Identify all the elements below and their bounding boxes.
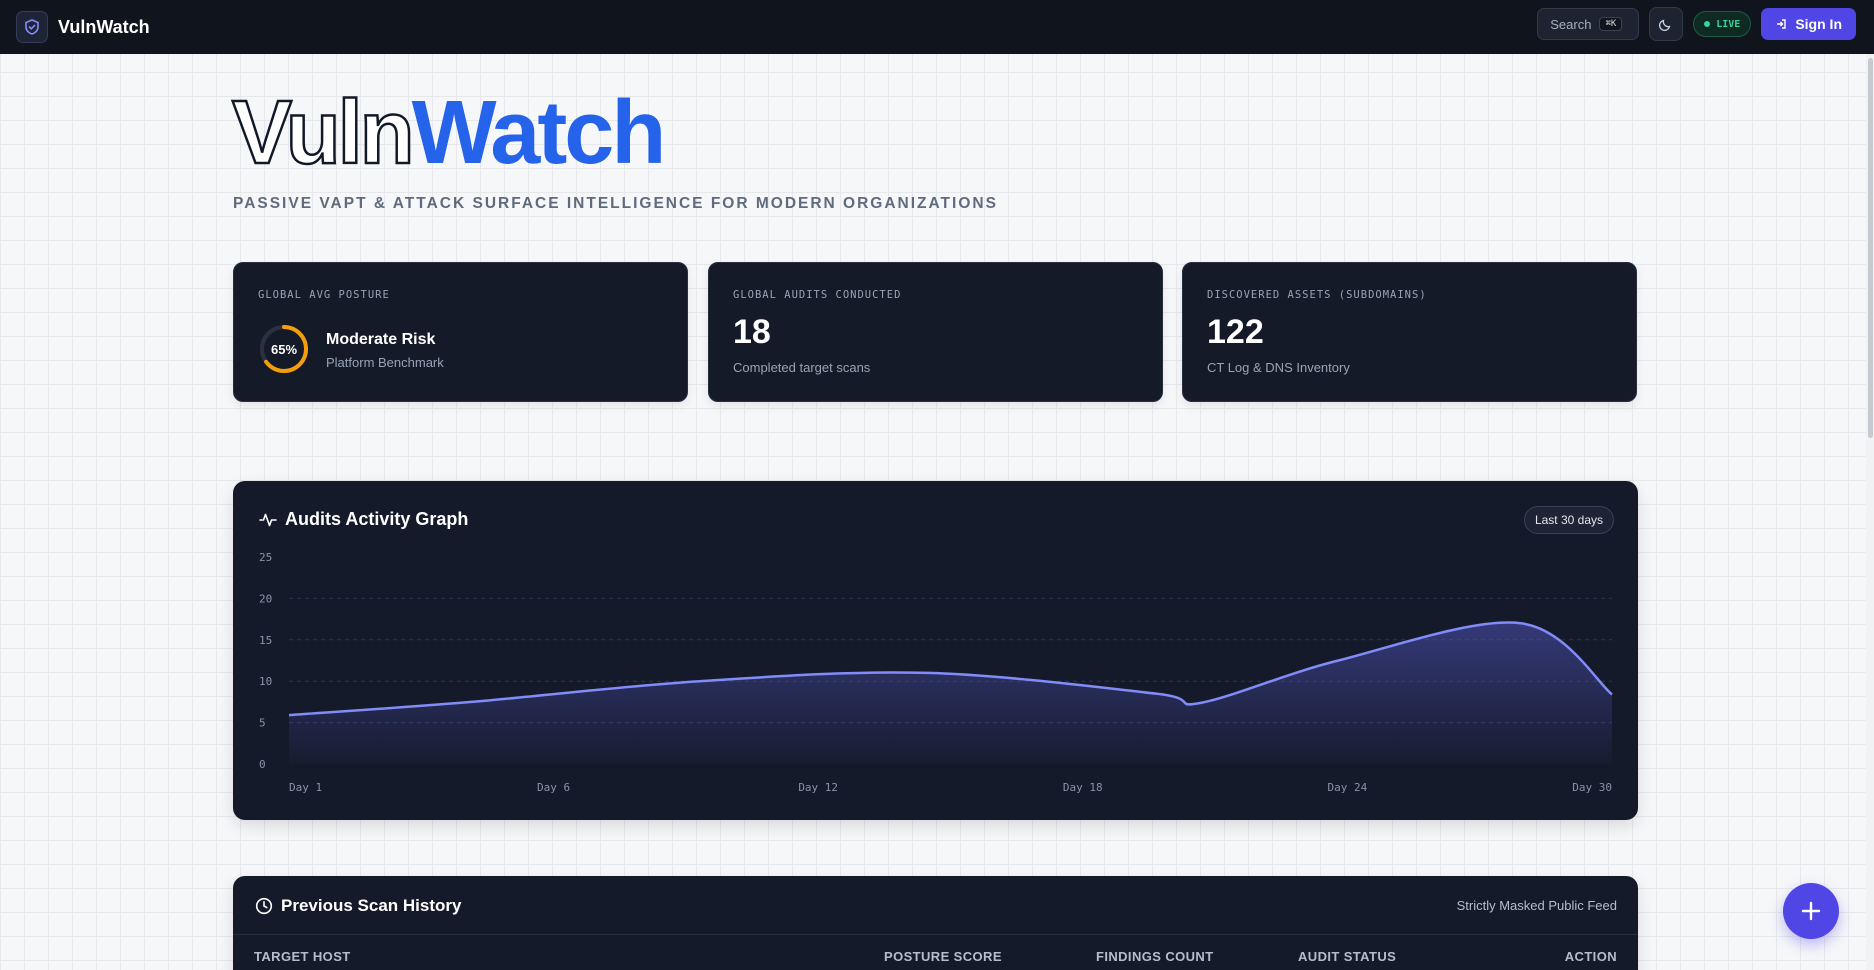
scrollbar-thumb[interactable] — [1868, 58, 1873, 438]
column-header-findings-count[interactable]: FINDINGS COUNT — [1096, 949, 1214, 964]
x-tick-label: Day 6 — [537, 781, 570, 794]
top-navbar: VulnWatch Search ⌘K LIVE Sign In — [0, 0, 1874, 54]
history-title: Previous Scan History — [281, 896, 462, 915]
audits-label: GLOBAL AUDITS CONDUCTED — [733, 289, 902, 301]
chart-title: Audits Activity Graph — [285, 509, 469, 529]
clock-icon — [255, 897, 273, 915]
y-tick-label: 15 — [259, 634, 272, 647]
shield-logo-icon[interactable] — [16, 11, 48, 43]
activity-area-fill — [289, 622, 1612, 764]
brand-name[interactable]: VulnWatch — [58, 17, 150, 38]
search-button[interactable]: Search ⌘K — [1537, 8, 1640, 40]
history-divider — [233, 934, 1638, 935]
posture-label: GLOBAL AVG POSTURE — [258, 289, 390, 301]
hero-subtitle: PASSIVE VAPT & ATTACK SURFACE INTELLIGEN… — [233, 195, 998, 212]
hero-title-outline: Vuln — [231, 83, 416, 183]
search-shortcut: ⌘K — [1599, 17, 1623, 31]
assets-value: 122 — [1207, 313, 1264, 351]
plus-icon — [1801, 901, 1821, 921]
login-icon — [1777, 19, 1787, 29]
column-header-audit-status[interactable]: AUDIT STATUS — [1298, 949, 1396, 964]
scan-history-card: Previous Scan History Strictly Masked Pu… — [233, 876, 1638, 970]
range-selector[interactable]: Last 30 days — [1523, 506, 1614, 534]
x-tick-label: Day 12 — [798, 781, 838, 794]
posture-subtitle: Platform Benchmark — [326, 355, 444, 370]
sign-in-button[interactable]: Sign In — [1761, 8, 1856, 40]
x-tick-label: Day 24 — [1328, 781, 1368, 794]
x-tick-label: Day 30 — [1572, 781, 1612, 794]
activity-chart-card: 0 5 10 15 20 25 Day 1 Day 6 Day 12 Day 18 Day 24 Da… — [233, 481, 1638, 820]
moon-icon — [1659, 19, 1671, 31]
assets-label: DISCOVERED ASSETS (SUBDOMAINS) — [1207, 289, 1427, 301]
audits-card: GLOBAL AUDITS CONDUCTED 18 Completed tar… — [708, 262, 1163, 402]
search-label: Search — [1550, 16, 1592, 32]
y-tick-label: 25 — [259, 551, 272, 564]
y-tick-label: 0 — [259, 758, 266, 771]
y-tick-label: 10 — [259, 675, 272, 688]
hero-title: VulnWatch — [231, 87, 667, 180]
live-status-badge: LIVE — [1693, 11, 1752, 37]
x-tick-label: Day 18 — [1063, 781, 1103, 794]
x-tick-label: Day 1 — [289, 781, 322, 794]
audits-value: 18 — [733, 313, 771, 351]
y-tick-label: 5 — [259, 717, 266, 730]
assets-card: DISCOVERED ASSETS (SUBDOMAINS) 122 CT Lo… — [1182, 262, 1637, 402]
activity-pulse-icon — [259, 513, 277, 526]
chart-heading: Audits Activity Graph — [259, 509, 468, 530]
live-label: LIVE — [1716, 18, 1741, 30]
theme-toggle-button[interactable] — [1649, 7, 1684, 41]
history-note: Strictly Masked Public Feed — [1456, 898, 1617, 913]
column-header-target-host[interactable]: TARGET HOST — [254, 949, 351, 964]
column-header-action[interactable]: ACTION — [1565, 949, 1617, 964]
posture-card: GLOBAL AVG POSTURE 65% Moderate Risk Pla… — [233, 262, 688, 402]
activity-chart: 0 5 10 15 20 25 Day 1 Day 6 Day 12 Day 18 Day 24 Da… — [259, 551, 1613, 794]
audits-subtitle: Completed target scans — [733, 360, 871, 375]
new-scan-fab-button[interactable] — [1783, 883, 1839, 939]
live-dot-icon — [1704, 21, 1711, 27]
history-heading: Previous Scan History — [255, 896, 461, 916]
posture-percent: 65% — [270, 341, 298, 357]
assets-subtitle: CT Log & DNS Inventory — [1207, 360, 1350, 375]
hero-title-fill: Watch — [411, 83, 667, 183]
column-header-posture-score[interactable]: POSTURE SCORE — [884, 949, 1002, 964]
y-tick-label: 20 — [259, 592, 272, 605]
sign-in-label: Sign In — [1795, 16, 1842, 32]
posture-title: Moderate Risk — [326, 331, 436, 348]
